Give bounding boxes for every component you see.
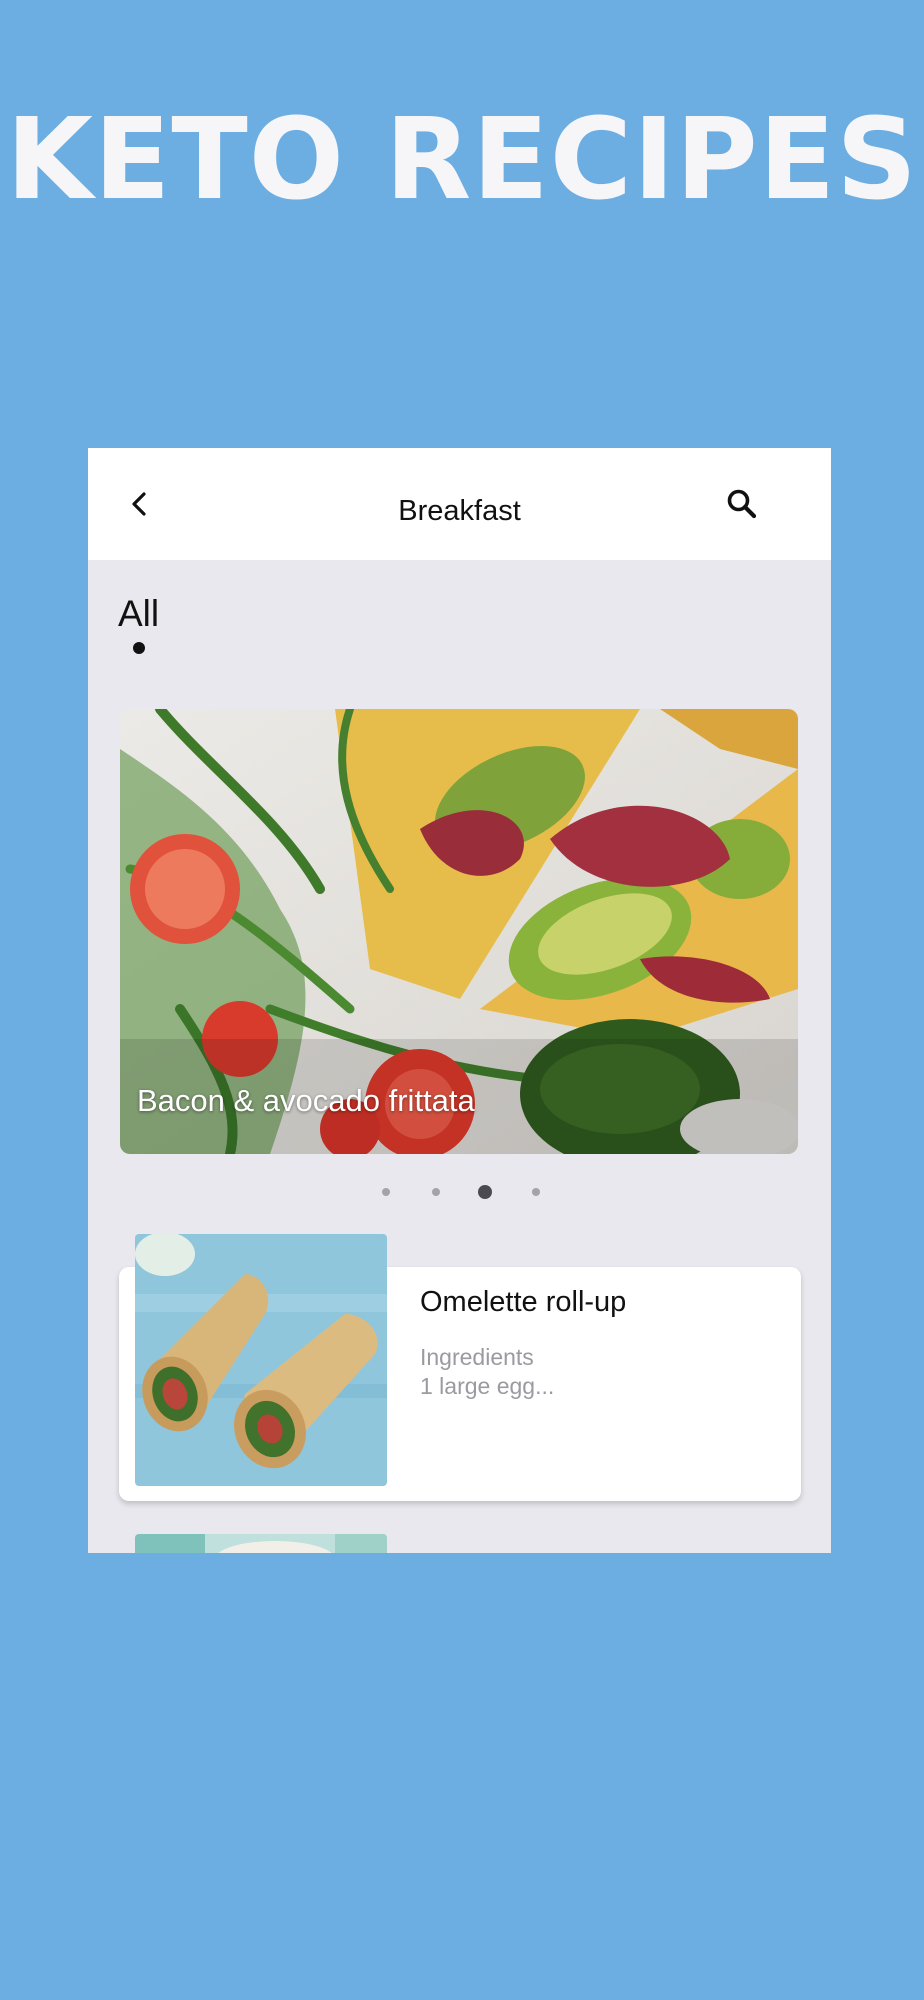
app-screen: Breakfast All Bacon & avocado frittata O… — [88, 448, 831, 1553]
pager-dot[interactable] — [532, 1188, 540, 1196]
pager-dot[interactable] — [432, 1188, 440, 1196]
tab-all[interactable]: All — [118, 593, 159, 635]
recipe-title: Omelette roll-up — [420, 1286, 627, 1318]
recipe-ingredients: Ingredients 1 large egg... — [420, 1343, 554, 1401]
pager-dot-active[interactable] — [478, 1185, 492, 1199]
next-recipe-thumbnail-peek[interactable] — [135, 1534, 387, 1553]
carousel-pager — [88, 1183, 831, 1203]
tab-selected-indicator — [133, 642, 145, 654]
recipe-thumbnail[interactable] — [135, 1234, 387, 1486]
ingredients-label: Ingredients — [420, 1344, 534, 1370]
app-bar: Breakfast — [88, 448, 831, 560]
search-button[interactable] — [724, 486, 760, 522]
featured-recipe-card[interactable]: Bacon & avocado frittata — [120, 709, 798, 1154]
featured-recipe-title: Bacon & avocado frittata — [137, 1083, 475, 1118]
recipe-image — [135, 1234, 387, 1486]
promo-title: KETO RECIPES — [6, 95, 918, 225]
pager-dot[interactable] — [382, 1188, 390, 1196]
page-title: Breakfast — [398, 495, 521, 527]
search-icon — [727, 489, 757, 519]
recipe-image — [135, 1534, 387, 1553]
ingredients-preview: 1 large egg... — [420, 1373, 555, 1399]
